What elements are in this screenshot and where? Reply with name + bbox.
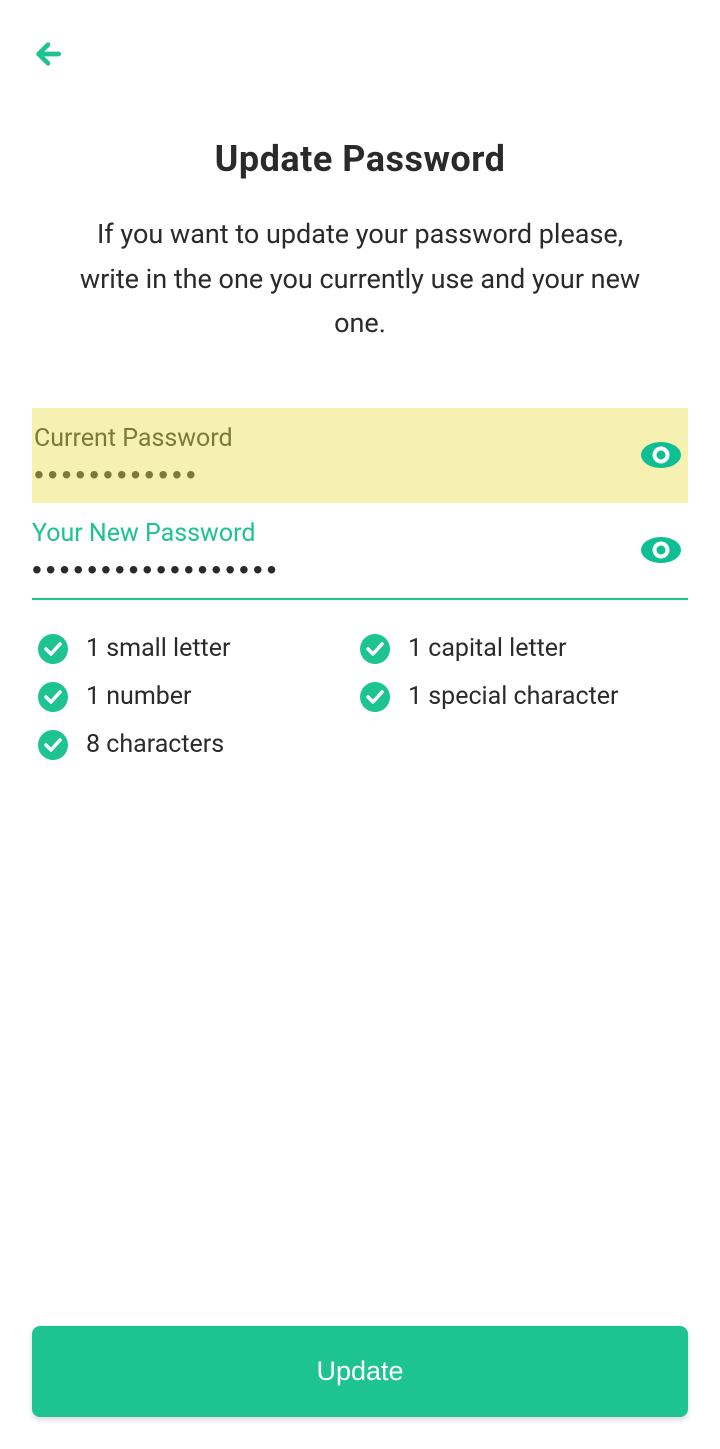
req-min-length: 8 characters xyxy=(38,730,360,760)
current-password-label: Current Password xyxy=(34,424,686,453)
req-special-char: 1 special character xyxy=(360,682,682,712)
req-label: 1 number xyxy=(86,682,192,711)
update-button[interactable]: Update xyxy=(32,1326,688,1417)
back-button[interactable] xyxy=(32,38,64,70)
eye-icon[interactable] xyxy=(640,535,682,565)
check-icon xyxy=(360,682,390,712)
req-label: 1 special character xyxy=(408,682,619,711)
req-number: 1 number xyxy=(38,682,360,712)
req-capital-letter: 1 capital letter xyxy=(360,634,682,664)
eye-icon[interactable] xyxy=(640,440,682,470)
req-label: 1 small letter xyxy=(86,634,230,663)
current-password-field[interactable]: Current Password ●●●●●●●●●●●● xyxy=(32,408,688,503)
new-password-input[interactable]: ●●●●●●●●●●●●●●●●●● xyxy=(32,554,280,585)
check-icon xyxy=(38,730,68,760)
new-password-label: Your New Password xyxy=(32,519,688,548)
check-icon xyxy=(360,634,390,664)
req-label: 1 capital letter xyxy=(408,634,567,663)
page-title: Update Password xyxy=(32,138,688,180)
req-label: 8 characters xyxy=(86,730,224,759)
page-subtitle: If you want to update your password plea… xyxy=(32,212,688,346)
check-icon xyxy=(38,682,68,712)
check-icon xyxy=(38,634,68,664)
password-requirements: 1 small letter 1 capital letter 1 number xyxy=(32,600,688,760)
current-password-input[interactable]: ●●●●●●●●●●●● xyxy=(34,459,200,490)
req-small-letter: 1 small letter xyxy=(38,634,360,664)
new-password-field[interactable]: Your New Password ●●●●●●●●●●●●●●●●●● xyxy=(32,503,688,600)
